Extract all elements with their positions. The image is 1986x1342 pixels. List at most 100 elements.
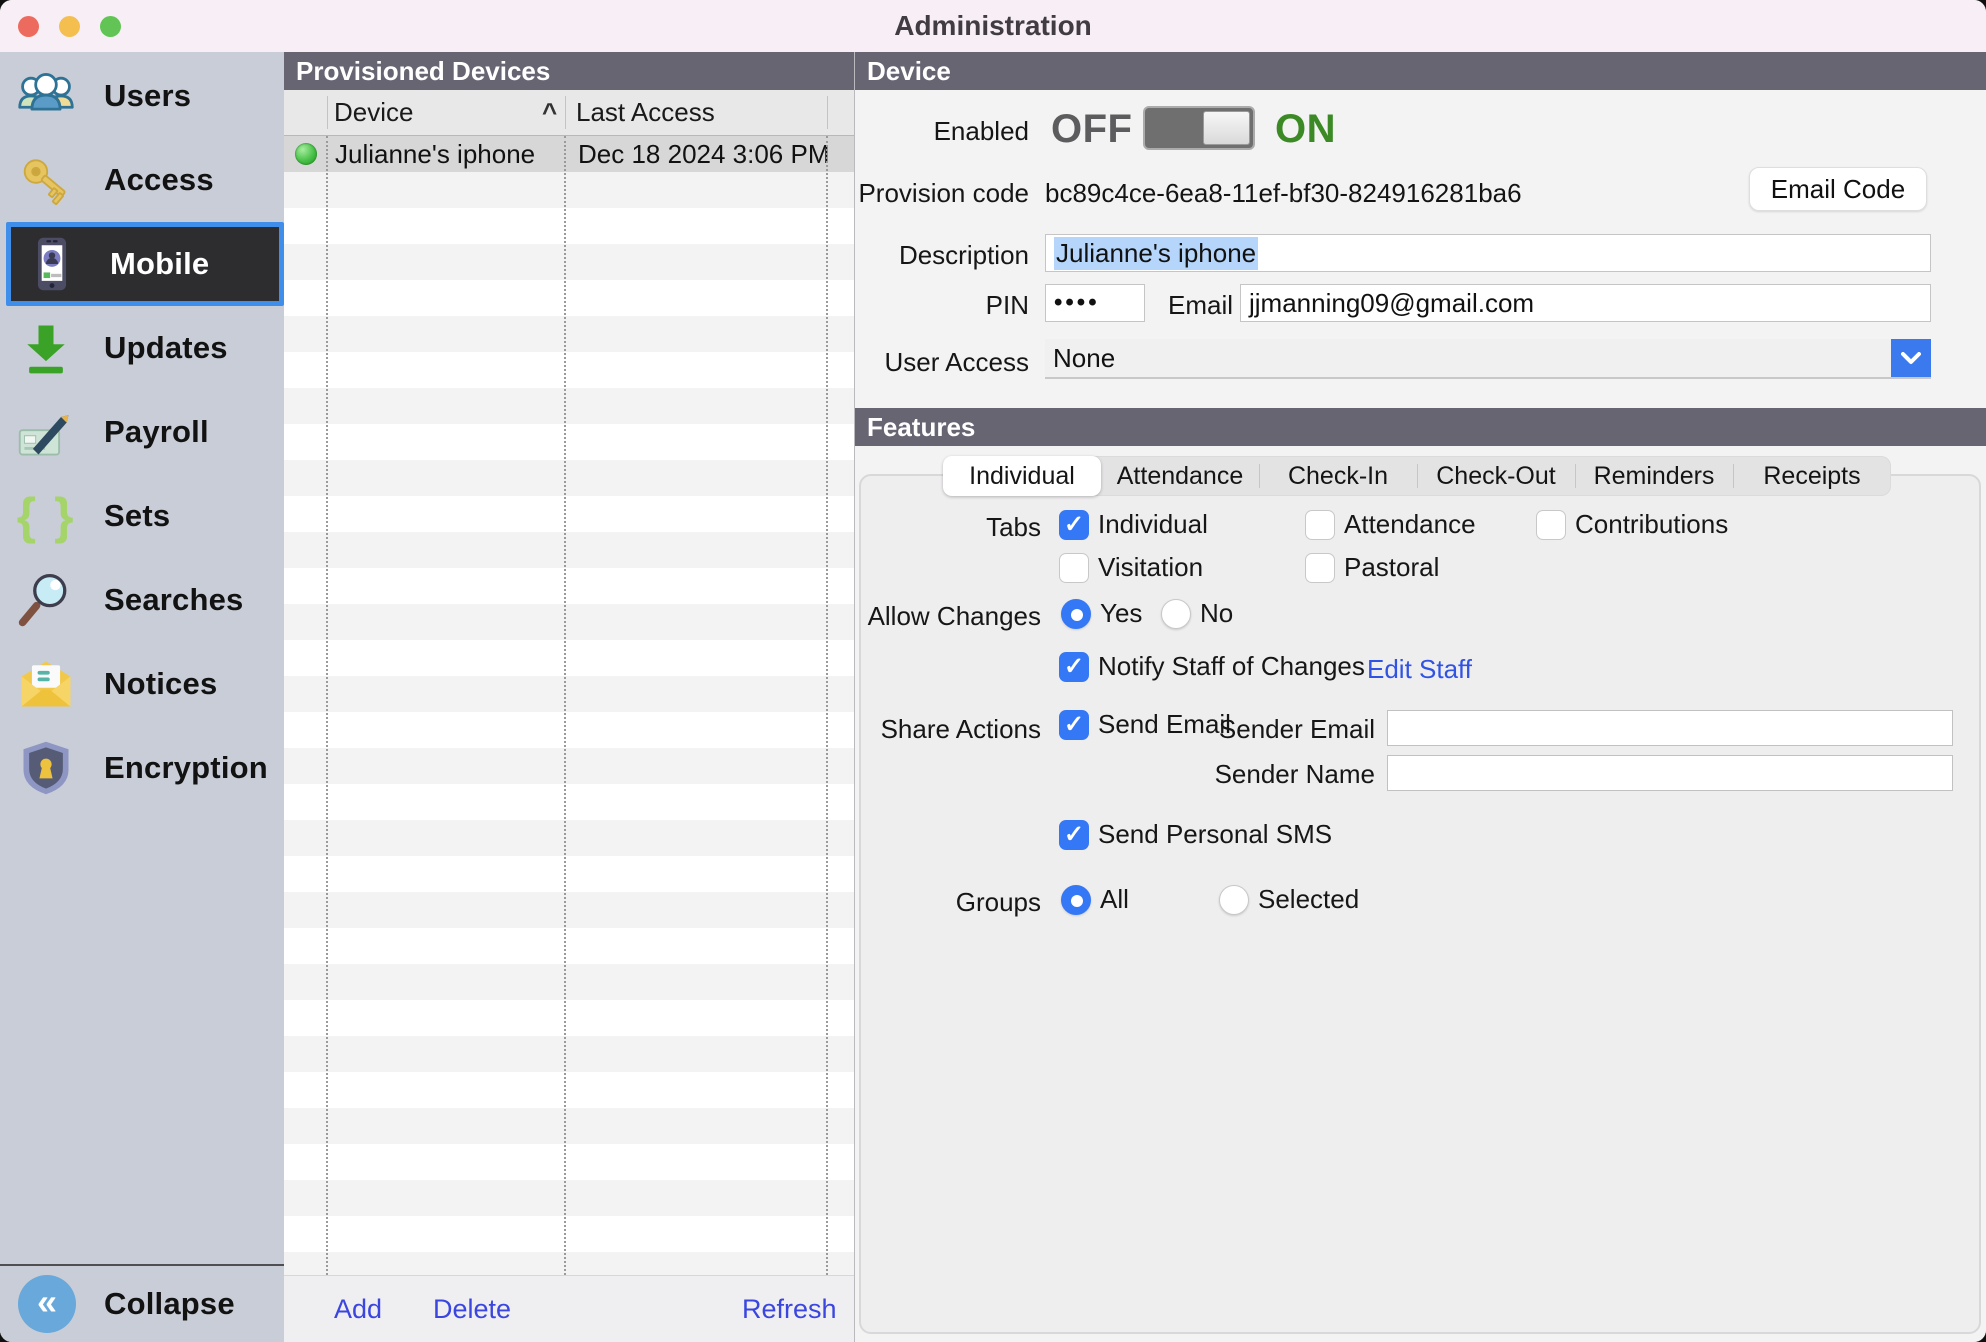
tab-individual[interactable]: Individual <box>943 456 1101 496</box>
tab-receipts[interactable]: Receipts <box>1733 456 1891 496</box>
email-input[interactable]: jjmanning09@gmail.com <box>1240 284 1931 322</box>
collapse-button[interactable]: « Collapse <box>0 1264 284 1342</box>
checkbox-item-attendance[interactable]: Attendance <box>1305 509 1476 540</box>
device-column-header[interactable]: Device <box>334 90 413 135</box>
tab-attendance[interactable]: Attendance <box>1101 456 1259 496</box>
sidebar-item-notices[interactable]: Notices <box>0 642 284 726</box>
sidebar-item-label: Payroll <box>104 414 209 450</box>
checkbox-label: Send Personal SMS <box>1098 819 1332 850</box>
send-sms-checkbox[interactable] <box>1059 820 1089 850</box>
user-access-value: None <box>1053 343 1115 374</box>
off-label: OFF <box>1051 107 1132 152</box>
enabled-label: Enabled <box>855 116 1029 147</box>
provision-code-value: bc89c4ce-6ea8-11ef-bf30-824916281ba6 <box>1045 178 1522 209</box>
braces-icon: { } <box>14 484 78 548</box>
checkbox-item-individual[interactable]: Individual <box>1059 509 1208 540</box>
checkbox-item-contributions[interactable]: Contributions <box>1536 509 1728 540</box>
sidebar-item-payroll[interactable]: Payroll <box>0 390 284 474</box>
envelope-icon <box>14 652 78 716</box>
checkbox-item-visitation[interactable]: Visitation <box>1059 552 1203 583</box>
checkbox-item-notify-staff[interactable]: Notify Staff of Changes <box>1059 651 1365 682</box>
collapse-chevrons-icon: « <box>18 1275 76 1333</box>
mobile-icon <box>20 232 84 296</box>
tab-check-out[interactable]: Check-Out <box>1417 456 1575 496</box>
description-label: Description <box>855 240 1029 271</box>
checkbox-label: Individual <box>1098 509 1208 540</box>
notify-staff-checkbox[interactable] <box>1059 652 1089 682</box>
user-access-select[interactable]: None <box>1045 339 1931 379</box>
no-radio[interactable] <box>1161 599 1191 629</box>
sender-name-label: Sender Name <box>1189 759 1375 790</box>
search-icon <box>14 568 78 632</box>
sidebar-item-label: Notices <box>104 666 217 702</box>
device-form: Enabled OFF ON Provision code bc89c4ce-6… <box>855 90 1986 408</box>
sort-ascending-icon[interactable]: ^ <box>542 90 557 135</box>
radio-item-yes[interactable]: Yes <box>1061 598 1142 629</box>
administration-window: Administration <box>0 0 1986 1342</box>
enabled-toggle[interactable] <box>1143 106 1255 150</box>
refresh-devices-button[interactable]: Refresh <box>742 1294 837 1325</box>
device-section-header: Device <box>855 52 1986 90</box>
send-email-checkbox[interactable] <box>1059 710 1089 740</box>
share-actions-label: Share Actions <box>855 714 1041 745</box>
pastoral-checkbox[interactable] <box>1305 553 1335 583</box>
users-icon <box>14 64 78 128</box>
sidebar-item-users[interactable]: Users <box>0 54 284 138</box>
tabs-label: Tabs <box>855 512 1041 543</box>
column-divider <box>827 96 828 129</box>
table-row[interactable]: Julianne's iphone Dec 18 2024 3:06 PM <box>284 136 854 172</box>
yes-radio[interactable] <box>1061 599 1091 629</box>
sidebar-item-label: Searches <box>104 582 243 618</box>
payroll-icon <box>14 400 78 464</box>
sidebar-item-sets[interactable]: { } Sets <box>0 474 284 558</box>
radio-label: All <box>1100 884 1129 915</box>
radio-item-selected[interactable]: Selected <box>1219 884 1359 915</box>
add-device-button[interactable]: Add <box>334 1294 382 1325</box>
online-status-icon <box>295 143 317 165</box>
on-label: ON <box>1275 107 1336 152</box>
edit-staff-link[interactable]: Edit Staff <box>1367 654 1472 685</box>
sidebar-item-mobile[interactable]: Mobile <box>6 222 284 306</box>
groups-label: Groups <box>855 887 1041 918</box>
last-access-column-header[interactable]: Last Access <box>576 90 715 135</box>
all-radio[interactable] <box>1061 885 1091 915</box>
sidebar-item-label: Mobile <box>110 246 209 282</box>
individual-checkbox[interactable] <box>1059 510 1089 540</box>
attendance-checkbox[interactable] <box>1305 510 1335 540</box>
sidebar-item-access[interactable]: Access <box>0 138 284 222</box>
sender-email-input[interactable] <box>1387 710 1953 746</box>
features-section-header: Features <box>855 408 1986 446</box>
toggle-knob <box>1203 111 1250 145</box>
checkbox-label: Attendance <box>1344 509 1476 540</box>
description-input[interactable]: Julianne's iphone <box>1045 234 1931 272</box>
contributions-checkbox[interactable] <box>1536 510 1566 540</box>
radio-item-all[interactable]: All <box>1061 884 1129 915</box>
radio-item-no[interactable]: No <box>1161 598 1233 629</box>
tab-reminders[interactable]: Reminders <box>1575 456 1733 496</box>
column-gridline <box>564 136 566 1275</box>
pin-label: PIN <box>855 290 1029 321</box>
sidebar-item-label: Updates <box>104 330 228 366</box>
sidebar-item-updates[interactable]: Updates <box>0 306 284 390</box>
description-selected-text: Julianne's iphone <box>1054 237 1258 270</box>
checkbox-item-send-sms[interactable]: Send Personal SMS <box>1059 819 1332 850</box>
tab-check-in[interactable]: Check-In <box>1259 456 1417 496</box>
sidebar-item-searches[interactable]: Searches <box>0 558 284 642</box>
checkbox-item-pastoral[interactable]: Pastoral <box>1305 552 1439 583</box>
devices-table: Julianne's iphone Dec 18 2024 3:06 PM <box>284 136 854 1275</box>
features-tabs: Individual Attendance Check-In Check-Out… <box>943 456 1891 496</box>
column-gridline <box>826 136 828 1275</box>
visitation-checkbox[interactable] <box>1059 553 1089 583</box>
sidebar-item-label: Users <box>104 78 191 114</box>
selected-radio[interactable] <box>1219 885 1249 915</box>
delete-device-button[interactable]: Delete <box>433 1294 511 1325</box>
sidebar-item-label: Sets <box>104 498 170 534</box>
collapse-label: Collapse <box>104 1286 235 1322</box>
download-icon <box>14 316 78 380</box>
chevron-down-icon[interactable] <box>1891 339 1931 377</box>
devices-actions-bar: Add Delete Refresh <box>284 1275 854 1342</box>
email-code-button[interactable]: Email Code <box>1749 167 1927 211</box>
sender-name-input[interactable] <box>1387 755 1953 791</box>
email-label: Email <box>1059 290 1233 321</box>
sidebar-item-encryption[interactable]: Encryption <box>0 726 284 810</box>
